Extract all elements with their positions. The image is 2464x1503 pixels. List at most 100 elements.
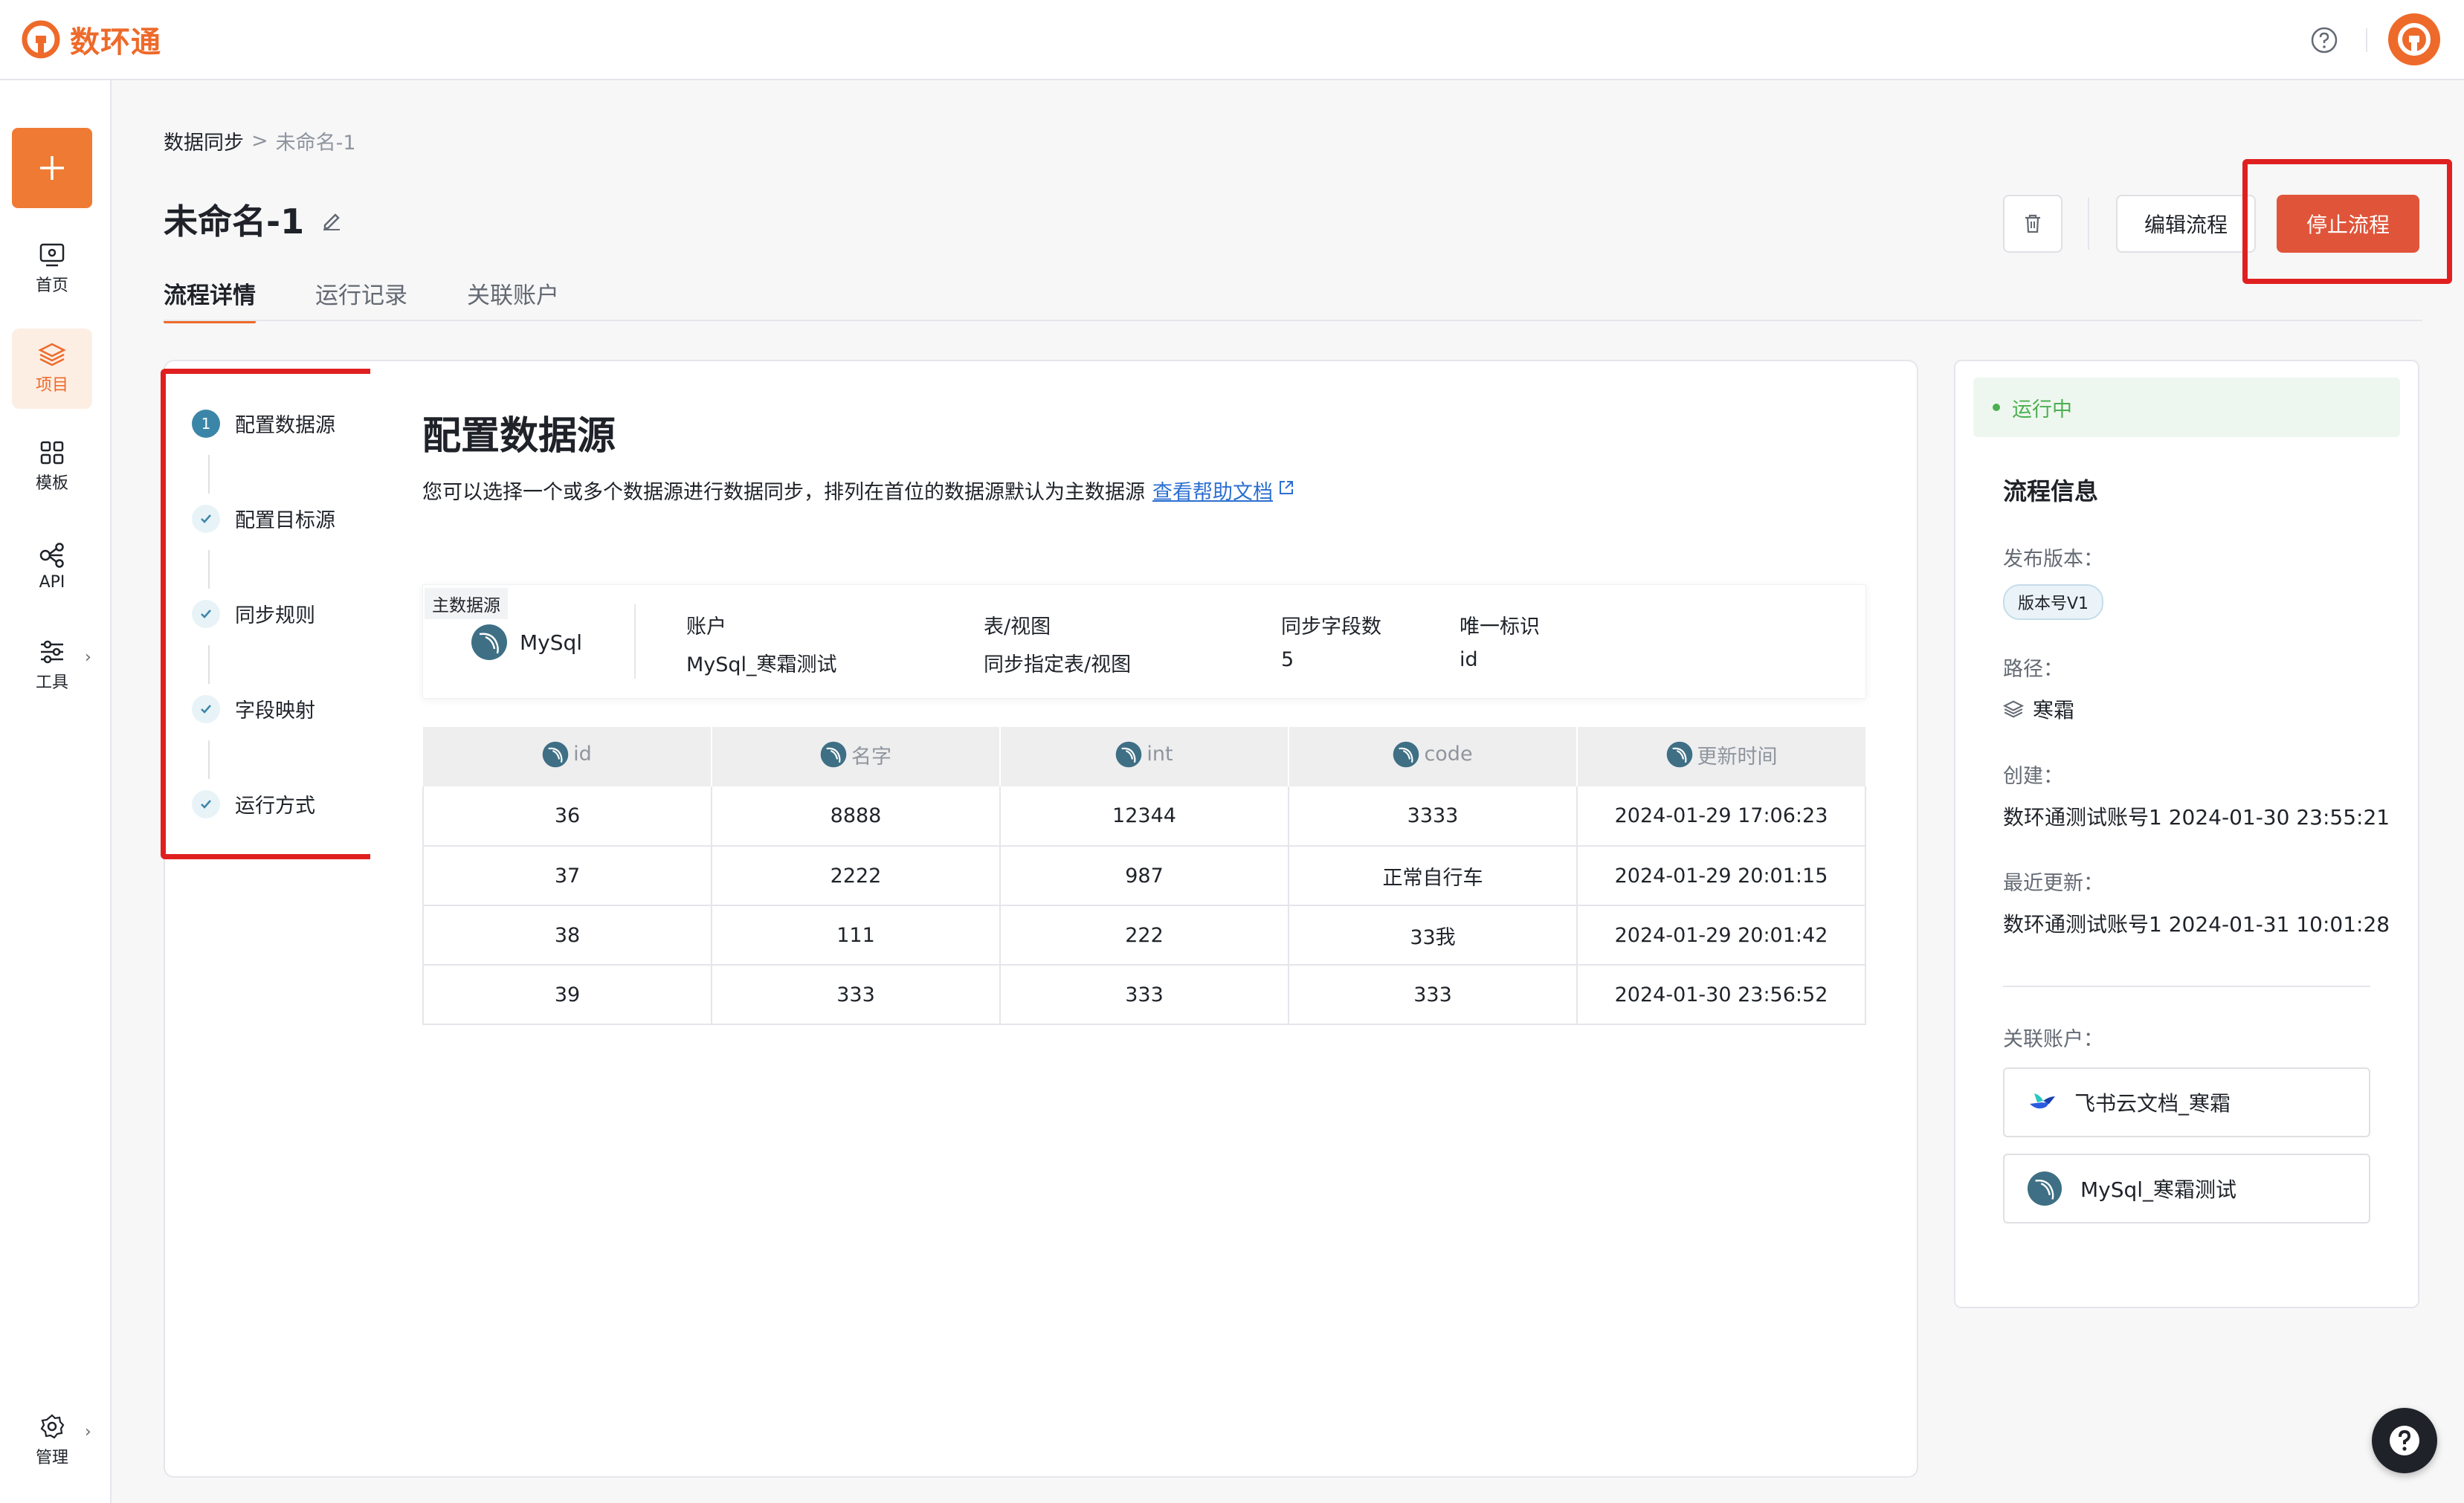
table-header-cell: 名字 <box>712 727 1001 786</box>
divider <box>2366 28 2367 52</box>
rail-item-label: 项目 <box>35 376 68 395</box>
floating-help-button[interactable] <box>2372 1408 2437 1473</box>
column-label: code <box>1424 743 1473 766</box>
table-cell: 2024-01-30 23:56:52 <box>1576 965 1866 1025</box>
table-cell: 8888 <box>711 786 1001 847</box>
status-banner: 运行中 <box>1973 378 2400 437</box>
linked-accounts-label: 关联账户： <box>2003 1028 2103 1051</box>
monitor-icon <box>39 243 65 267</box>
create-button[interactable] <box>12 128 92 208</box>
mysql-icon <box>820 741 847 768</box>
table-cell: 222 <box>999 905 1289 966</box>
path-value[interactable]: 寒霜 <box>2003 694 2074 724</box>
source-account-value: MySql_寒霜测试 <box>686 653 837 676</box>
source-name: MySql <box>471 624 582 661</box>
table-cell: 2024-01-29 17:06:23 <box>1576 786 1866 847</box>
rail-item-label: 模板 <box>35 474 68 493</box>
table-cell: 333 <box>1288 965 1578 1025</box>
tab-bar: 流程详情 运行记录 关联账户 <box>164 277 619 323</box>
table-cell: 33我 <box>1288 905 1578 966</box>
pencil-icon[interactable] <box>320 199 343 239</box>
delete-button[interactable] <box>2003 195 2063 253</box>
mysql-icon <box>471 624 507 660</box>
section-description-text: 您可以选择一个或多个数据源进行数据同步，排列在首位的数据源默认为主数据源 <box>422 481 1145 504</box>
rail-item-templates[interactable]: 模板 <box>12 427 92 507</box>
divider <box>164 320 2422 321</box>
path-text: 寒霜 <box>2033 698 2075 723</box>
app-logo[interactable]: 数环通 <box>19 18 161 61</box>
chevron-right-icon: › <box>85 648 91 667</box>
chevron-right-icon: › <box>85 1423 91 1441</box>
breadcrumb-current: 未命名-1 <box>275 132 356 155</box>
primary-source-card[interactable]: 主数据源 MySql 账户 MySql_寒霜测试 表/视图 同步指定表/视图 同… <box>422 584 1866 699</box>
avatar[interactable] <box>2388 13 2440 65</box>
column-label: int <box>1146 743 1173 766</box>
plus-icon <box>40 156 64 180</box>
table-cell: 36 <box>422 786 712 847</box>
mysql-icon <box>542 741 569 767</box>
source-table: 表/视图 同步指定表/视图 <box>984 610 1131 677</box>
breadcrumb-parent[interactable]: 数据同步 <box>164 126 244 155</box>
table-cell: 987 <box>999 846 1289 906</box>
mysql-icon <box>1116 741 1142 767</box>
highlight-box-stop-button <box>2242 159 2452 284</box>
tab-linked-accounts[interactable]: 关联账户 <box>467 277 559 323</box>
source-account-label: 账户 <box>686 615 726 639</box>
mysql-icon <box>2027 1171 2063 1206</box>
tab-run-records[interactable]: 运行记录 <box>315 277 407 323</box>
feishu-icon <box>2030 1093 2055 1109</box>
table-cell: 2024-01-29 20:01:15 <box>1576 846 1866 906</box>
table-cell: 12344 <box>999 786 1289 847</box>
table-cell: 正常自行车 <box>1288 846 1578 906</box>
source-key-value: id <box>1460 648 1478 671</box>
edit-flow-button[interactable]: 编辑流程 <box>2116 195 2256 253</box>
created-label: 创建： <box>2003 765 2063 788</box>
column-label: 名字 <box>851 745 891 769</box>
source-table-value: 同步指定表/视图 <box>984 653 1132 676</box>
external-link-icon[interactable] <box>1277 479 1295 502</box>
rail-item-api[interactable]: API <box>12 526 92 607</box>
source-key-label: 唯一标识 <box>1460 615 1540 639</box>
help-icon[interactable] <box>2309 25 2339 55</box>
rail-item-label: 首页 <box>35 277 68 295</box>
table-cell: 111 <box>711 905 1001 966</box>
breadcrumb: 数据同步 > 未命名-1 <box>164 126 356 155</box>
updated-value: 数环通测试账号1 2024-01-31 10:01:28 <box>2003 912 2390 937</box>
table-row: 38 111 222 33我 2024-01-29 20:01:42 <box>422 905 1866 966</box>
linked-account-item[interactable]: MySql_寒霜测试 <box>2003 1154 2370 1224</box>
top-bar: 数环通 <box>0 0 2464 80</box>
mysql-icon <box>1393 741 1419 767</box>
page-title: 未命名-1 <box>164 201 305 242</box>
table-cell: 2222 <box>711 846 1001 906</box>
table-cell: 3333 <box>1288 786 1578 847</box>
api-icon <box>39 542 64 568</box>
rail-item-projects[interactable]: 项目 <box>12 329 92 409</box>
version-label: 发布版本： <box>2003 548 2103 571</box>
table-row: 36 8888 12344 3333 2024-01-29 17:06:23 <box>422 786 1866 847</box>
tab-flow-details[interactable]: 流程详情 <box>164 277 256 323</box>
preview-table: id 名字 int code 更新时间 36 8888 12344 3333 2… <box>422 727 1866 1025</box>
rail-item-home[interactable]: 首页 <box>12 229 92 309</box>
source-unique-key: 唯一标识 id <box>1460 610 1540 671</box>
rail-item-tools[interactable]: 工具 › <box>12 626 92 706</box>
linked-account-name: 飞书云文档_寒霜 <box>2074 1091 2231 1116</box>
divider <box>2088 198 2089 250</box>
source-fields-value: 5 <box>1281 648 1294 671</box>
help-doc-link[interactable]: 查看帮助文档 <box>1152 476 1273 505</box>
trash-icon <box>2025 214 2040 233</box>
rail-item-label: API <box>39 572 65 592</box>
rail-item-admin[interactable]: 管理 › <box>12 1400 92 1481</box>
grid-icon <box>40 441 64 465</box>
breadcrumb-separator: > <box>251 129 268 152</box>
source-table-label: 表/视图 <box>984 615 1051 639</box>
section-title: 配置数据源 <box>422 414 616 459</box>
status-dot-icon <box>1993 404 2000 411</box>
linked-account-item[interactable]: 飞书云文档_寒霜 <box>2003 1067 2370 1137</box>
path-label: 路径： <box>2003 658 2063 681</box>
logo-icon <box>22 20 60 59</box>
divider <box>2003 986 2370 987</box>
primary-source-tag: 主数据源 <box>425 588 508 619</box>
section-description: 您可以选择一个或多个数据源进行数据同步，排列在首位的数据源默认为主数据源 查看帮… <box>422 476 1295 505</box>
rail-item-label: 管理 <box>35 1449 68 1467</box>
status-text: 运行中 <box>2012 398 2072 421</box>
